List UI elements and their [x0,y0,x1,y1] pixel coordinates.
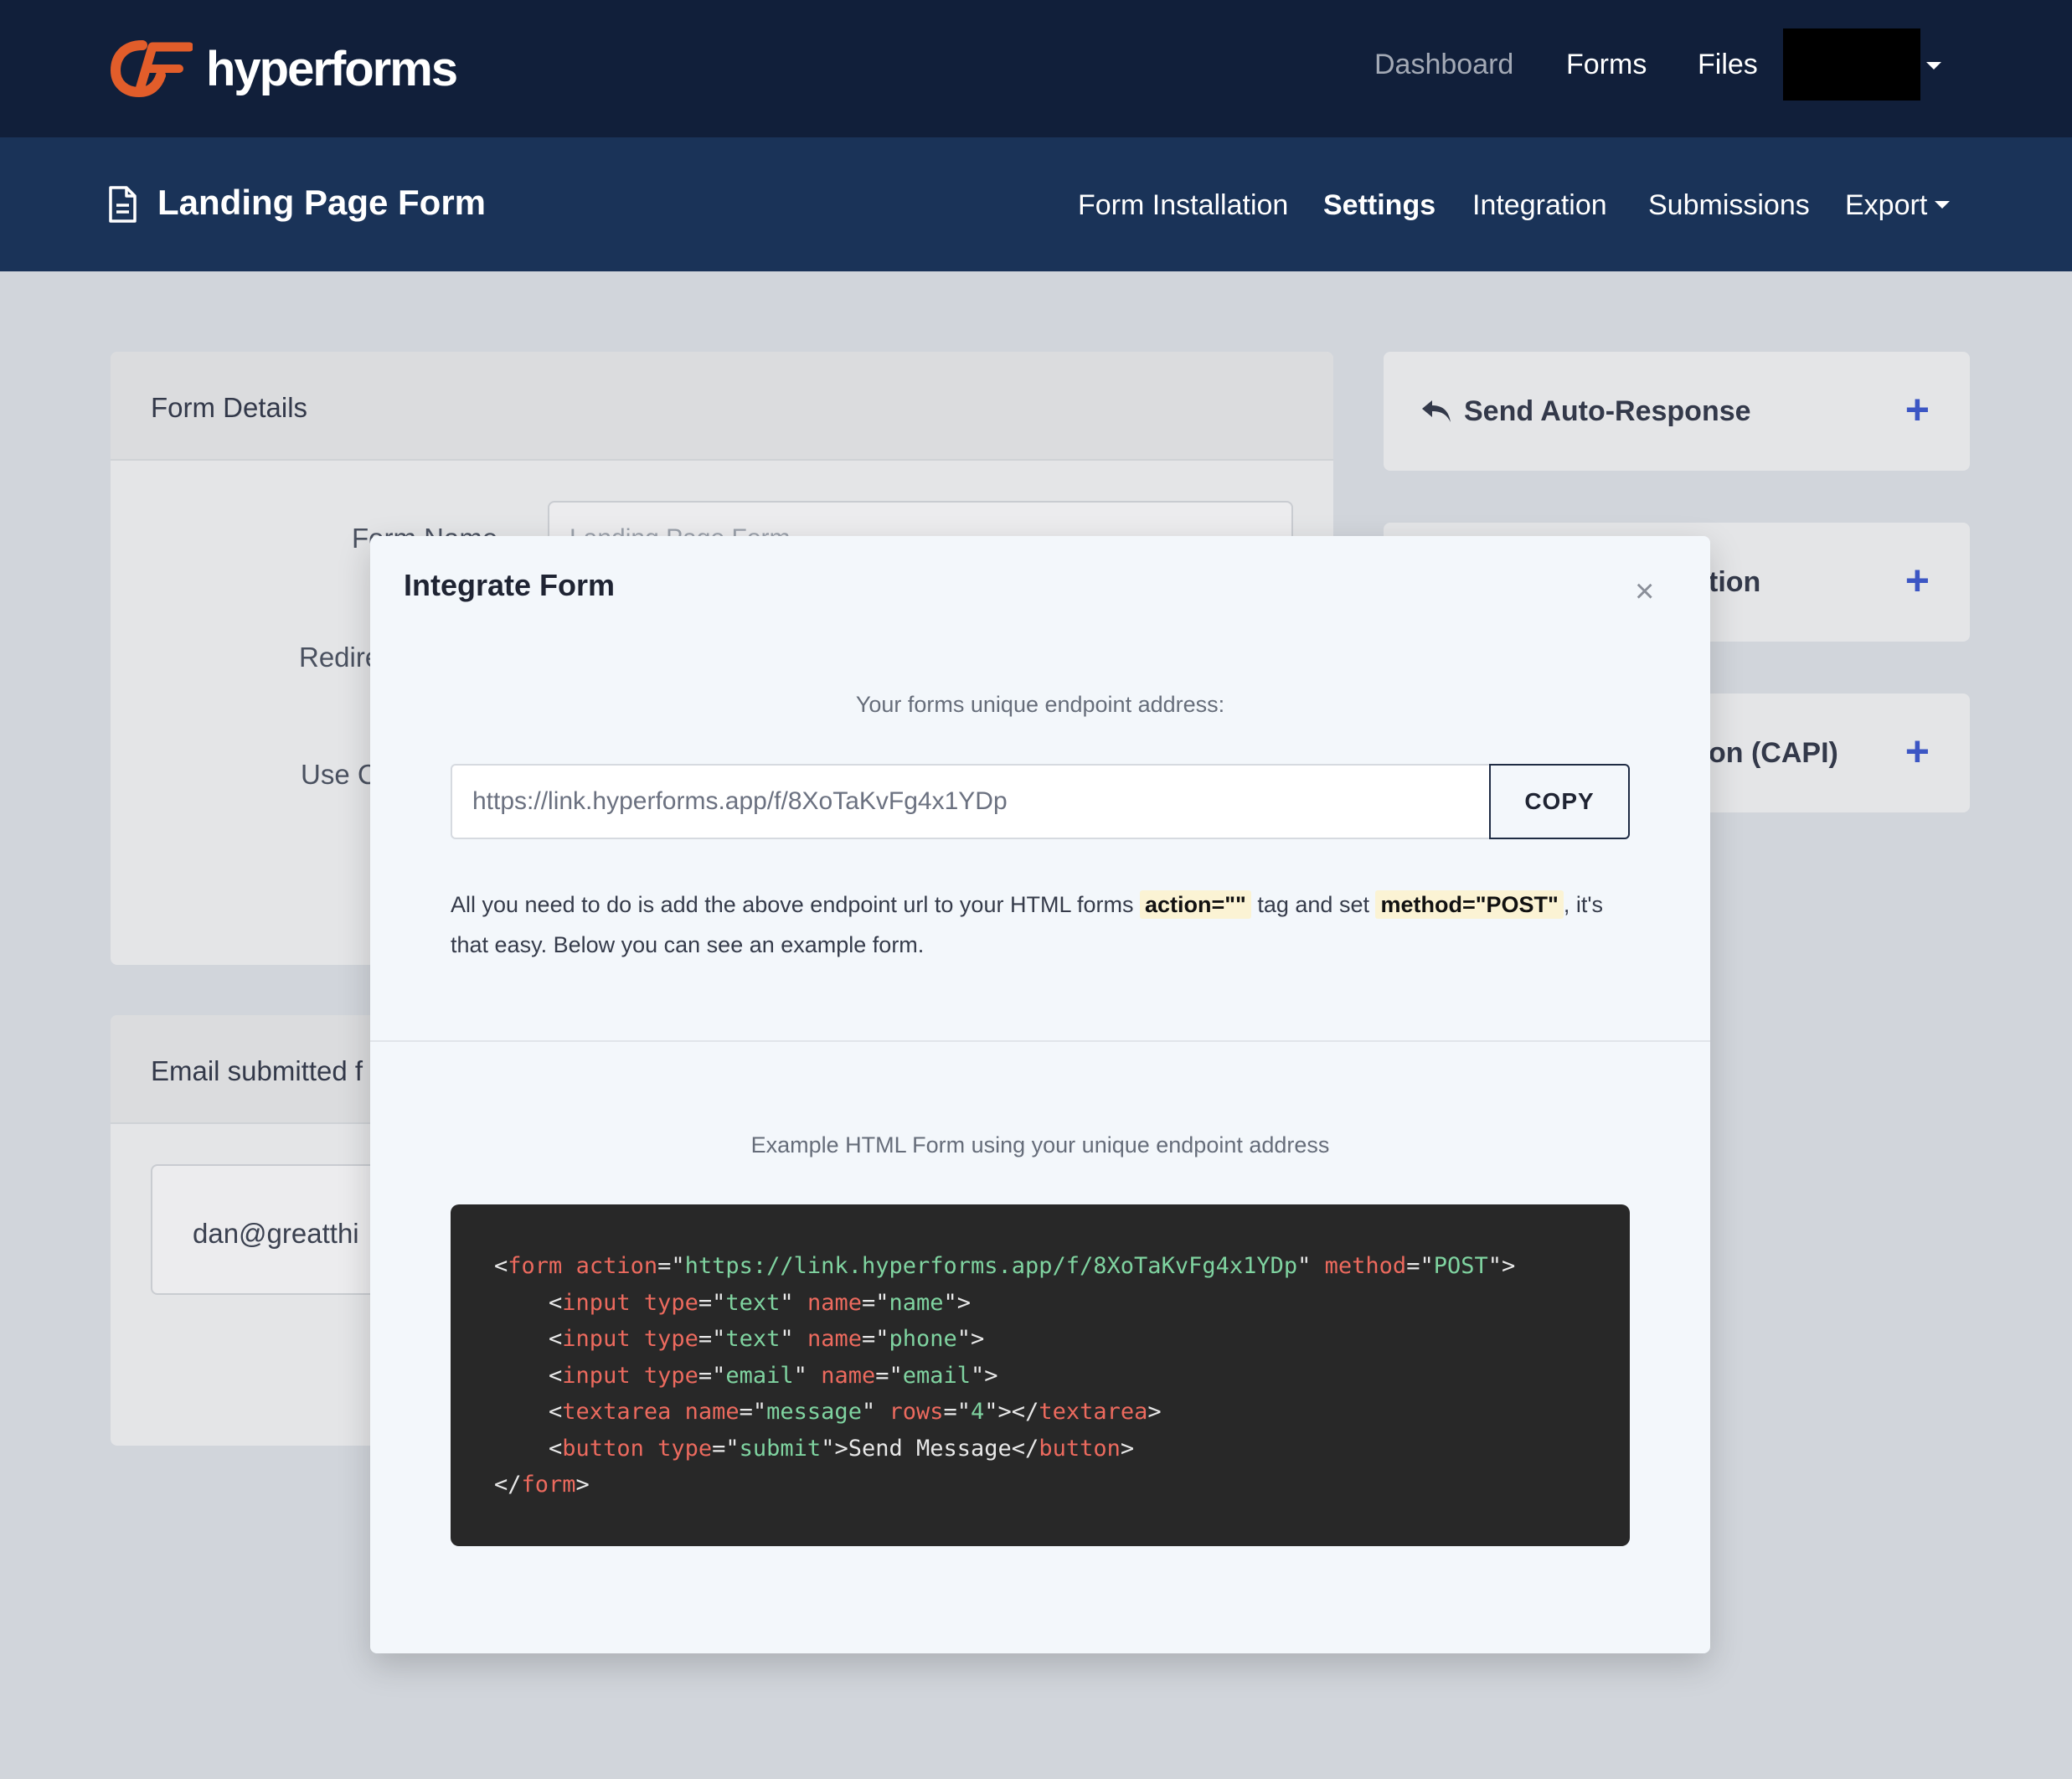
email-value: dan@greatthi [193,1218,359,1249]
side-card-auto-response[interactable]: Send Auto-Response + [1384,352,1970,471]
form-title: Landing Page Form [157,183,487,222]
code-line-input-email: <input type="email" name="email"> [549,1362,998,1389]
form-details-header: Form Details [111,352,1333,461]
tab-submissions[interactable]: Submissions [1648,189,1810,222]
hyperforms-logo[interactable]: hyperforms [109,37,458,101]
modal-divider [370,1040,1710,1042]
close-icon[interactable]: × [1635,573,1654,611]
endpoint-url-input[interactable] [451,764,1489,839]
logo-text: hyperforms [206,41,458,96]
email-card-title: Email submitted f [151,1055,363,1086]
modal-title: Integrate Form [404,568,616,602]
user-account-redacted[interactable] [1783,28,1920,101]
use-label: Use C [301,759,378,790]
action-attr-highlight: action="" [1139,890,1251,919]
form-subheader: Landing Page Form Form Installation Sett… [0,137,2072,271]
top-navbar: hyperforms Dashboard Forms Files [0,0,2072,137]
instruction-mid: tag and set [1250,892,1376,917]
code-line-input-name: <input type="text" name="name"> [549,1289,972,1316]
nav-files[interactable]: Files [1698,49,1758,81]
tab-export[interactable]: Export [1845,189,1927,222]
side-card-title: Send Auto-Response [1464,395,1751,427]
side-card-title: tion [1709,566,1761,598]
example-caption: Example HTML Form using your unique endp… [750,1132,1330,1158]
form-details-title: Form Details [151,392,308,423]
instruction-pre: All you need to do is add the above endp… [451,892,1140,917]
integrate-form-modal: Integrate Form × Your forms unique endpo… [370,536,1710,1653]
instruction-text: All you need to do is add the above endp… [451,884,1640,965]
code-line-form-open: <form action="https://link.hyperforms.ap… [494,1253,1516,1279]
tab-settings[interactable]: Settings [1323,189,1435,222]
nav-forms[interactable]: Forms [1566,49,1647,81]
plus-icon[interactable]: + [1905,727,1930,776]
tab-form-installation[interactable]: Form Installation [1078,189,1288,222]
code-line-form-close: </form> [494,1472,590,1498]
nav-dashboard[interactable]: Dashboard [1374,49,1513,81]
export-caret-icon[interactable] [1935,201,1950,209]
method-attr-highlight: method="POST" [1375,890,1564,919]
hyperforms-logo-icon [110,40,193,98]
plus-icon[interactable]: + [1905,556,1930,605]
reply-icon [1422,400,1451,422]
copy-button[interactable]: COPY [1489,764,1630,839]
user-menu-caret-icon[interactable] [1926,62,1941,70]
code-line-input-phone: <input type="text" name="phone"> [549,1326,985,1352]
side-card-title: on (CAPI) [1709,737,1838,769]
tab-integration[interactable]: Integration [1472,189,1607,222]
redirect-label: Redire [299,642,381,673]
endpoint-caption: Your forms unique endpoint address: [855,692,1225,717]
plus-icon[interactable]: + [1905,385,1930,434]
document-icon [109,186,137,223]
code-line-textarea: <textarea name="message" rows="4"></text… [549,1399,1162,1425]
example-code-block[interactable]: <form action="https://link.hyperforms.ap… [451,1204,1630,1546]
code-line-button: <button type="submit">Send Message</butt… [549,1435,1135,1462]
